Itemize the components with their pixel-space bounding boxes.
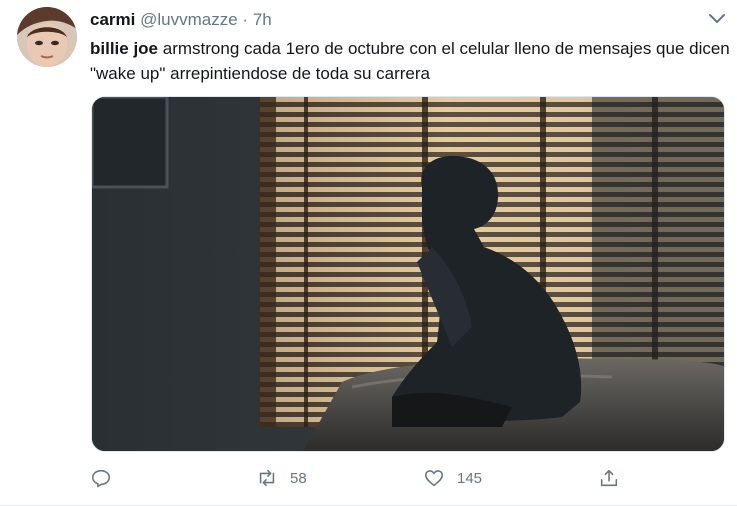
share-button[interactable] [598, 462, 632, 494]
tweet-text: billie joe armstrong cada 1ero de octubr… [90, 36, 730, 86]
tweet[interactable]: carmi @luvvmazze · 7h billie joe armstro… [0, 0, 737, 506]
tweet-text-rest: armstrong cada 1ero de octubre con el ce… [90, 39, 730, 83]
tweet-actions: 58 145 [90, 462, 730, 494]
like-count: 145 [457, 469, 483, 487]
photo-image [92, 97, 724, 451]
avatar[interactable] [17, 7, 77, 67]
retweet-button[interactable]: 58 [256, 462, 307, 494]
retweet-count: 58 [290, 469, 307, 487]
display-name[interactable]: carmi [90, 10, 135, 29]
separator-dot: · [242, 10, 249, 29]
more-options-button[interactable] [706, 9, 728, 27]
tweet-text-bold: billie joe [90, 39, 159, 58]
timestamp[interactable]: 7h [253, 10, 272, 29]
heart-icon [424, 470, 444, 487]
share-icon [600, 469, 618, 487]
avatar-image [17, 7, 77, 67]
chevron-down-icon [709, 14, 725, 23]
tweet-photo[interactable] [91, 96, 725, 452]
tweet-header: carmi @luvvmazze · 7h [90, 9, 272, 31]
handle[interactable]: @luvvmazze [140, 10, 238, 29]
like-button[interactable]: 145 [423, 462, 482, 494]
reply-button[interactable] [90, 462, 124, 494]
retweet-icon [259, 469, 275, 487]
reply-icon [91, 469, 111, 488]
